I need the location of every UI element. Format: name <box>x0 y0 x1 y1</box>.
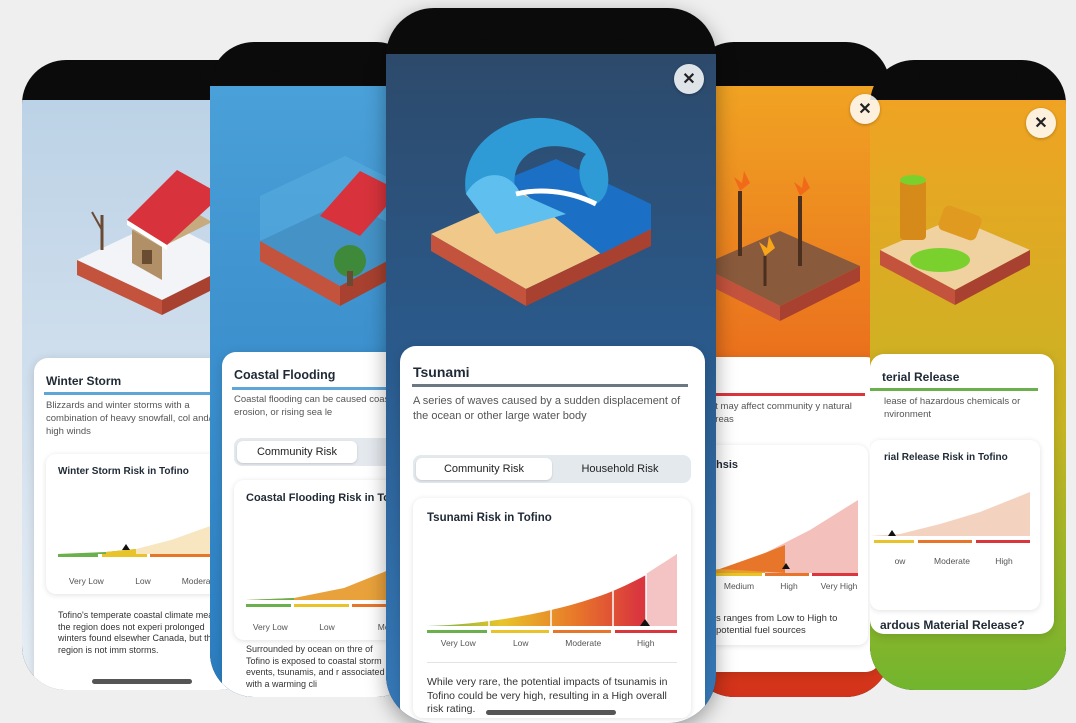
level-label: ow <box>894 556 906 566</box>
level-label: Very High <box>820 581 858 591</box>
level-label: Low <box>135 576 151 586</box>
divider <box>427 662 677 663</box>
risk-note: s ranges from Low to High to potential f… <box>716 613 838 637</box>
phone-tsunami[interactable]: ✕ Tsunami A series of waves caused by a … <box>386 8 716 723</box>
wildfire-risk-curve <box>690 500 858 576</box>
wildfire-illustration <box>700 171 860 321</box>
risk-note: Surrounded by ocean on thre of Tofino is… <box>246 644 385 690</box>
level-bar-low <box>874 540 914 543</box>
risk-tabs: Community Risk Household Risk <box>413 455 691 483</box>
level-label: Low <box>512 638 529 648</box>
level-label: Very Low <box>68 576 104 586</box>
level-label: High <box>780 581 798 591</box>
card-title: terial Release <box>882 370 960 384</box>
level-bar-very-low <box>246 604 291 607</box>
current-level-marker <box>888 530 896 536</box>
tab-community-risk[interactable]: Community Risk <box>416 458 552 480</box>
phone-notch <box>735 42 845 72</box>
level-label: High <box>995 556 1013 566</box>
title-rule <box>870 388 1038 391</box>
risk-title: Coastal Flooding Risk in To <box>246 492 391 504</box>
tab-household-risk[interactable]: Household Risk <box>552 458 688 480</box>
level-bar-moderate <box>553 630 611 633</box>
risk-title: Tsunami Risk in Tofino <box>427 512 552 524</box>
level-label: Medium <box>723 581 755 591</box>
card-description: Coastal flooding can be caused coastal e… <box>234 394 400 418</box>
tsunami-risk-box: Tsunami Risk in Tofino Very Low Low Mode… <box>413 498 691 718</box>
phone-notch <box>918 60 1018 90</box>
level-bar-very-high <box>812 573 858 576</box>
level-bar-high <box>976 540 1030 543</box>
hazmat-card: terial Release lease of hazardous chemic… <box>870 354 1054 634</box>
level-bar-very-low <box>427 630 487 633</box>
wildfire-risk-box: hsis Medium High Very High s ranges from… <box>690 445 868 645</box>
level-label: Very Low <box>440 638 476 648</box>
hazmat-risk-box: rial Release Risk in Tofino ow Moderate … <box>870 440 1040 610</box>
home-indicator <box>486 710 616 715</box>
level-label: High <box>637 638 655 648</box>
tab-community-risk[interactable]: Community Risk <box>237 441 357 463</box>
card-description: at may affect community y natural areas <box>710 401 852 425</box>
title-rule <box>412 384 688 387</box>
risk-title: hsis <box>716 459 739 471</box>
close-button[interactable]: ✕ <box>674 64 704 94</box>
level-bar-very-low <box>58 554 98 557</box>
level-bar-low <box>102 554 147 557</box>
level-label: Very Low <box>252 622 288 632</box>
phone-notch <box>260 42 370 72</box>
card-description: lease of hazardous chemicals or nvironme… <box>884 396 1021 420</box>
title-rule <box>690 393 865 396</box>
card-title: Tsunami <box>413 364 470 380</box>
app-showcase: Winter Storm Blizzards and winter storms… <box>0 0 1076 723</box>
level-bar-low <box>294 604 349 607</box>
phone-hazmat: ✕ terial Release lease of hazardous chem… <box>870 60 1066 690</box>
card-title: Coastal Flooding <box>234 368 336 382</box>
phone-notch <box>82 60 202 90</box>
level-bar-moderate <box>918 540 972 543</box>
risk-note: Tofino's temperate coastal climate means… <box>58 610 223 656</box>
level-labels: Very Low Low Moderate High <box>427 638 677 648</box>
footer-question: ardous Material Release? <box>880 618 1025 632</box>
wildfire-card: at may affect community y natural areas … <box>690 357 880 672</box>
phone-notch <box>466 8 636 40</box>
level-bar-high <box>765 573 809 576</box>
home-indicator <box>92 679 192 684</box>
level-labels: Very Low Low Moderate <box>58 576 228 586</box>
tsunami-card: Tsunami A series of waves caused by a su… <box>400 346 705 723</box>
risk-title: rial Release Risk in Tofino <box>884 452 1008 463</box>
level-label: Moderate <box>565 638 602 648</box>
tsunami-wave-illustration <box>431 117 651 306</box>
level-labels: ow Moderate High <box>874 556 1030 566</box>
level-label: Low <box>319 622 335 632</box>
current-level-marker <box>122 544 130 550</box>
risk-title: Winter Storm Risk in Tofino <box>58 466 189 477</box>
card-description: A series of waves caused by a sudden dis… <box>413 395 681 422</box>
level-bar-medium <box>716 573 762 576</box>
card-description: Blizzards and winter storms with a combi… <box>46 400 220 437</box>
level-label: Moderate <box>934 556 970 566</box>
hazmat-barrels-illustration <box>880 175 1030 305</box>
phone-wildfire: ✕ at may affect community y natural area… <box>690 42 890 697</box>
close-button[interactable]: ✕ <box>1026 108 1056 138</box>
level-bar-low <box>491 630 549 633</box>
winter-house-illustration <box>77 170 232 315</box>
level-labels: Medium High Very High <box>714 581 864 591</box>
level-bar-high <box>615 630 677 633</box>
card-title: Winter Storm <box>46 374 122 388</box>
close-button[interactable]: ✕ <box>850 94 880 124</box>
